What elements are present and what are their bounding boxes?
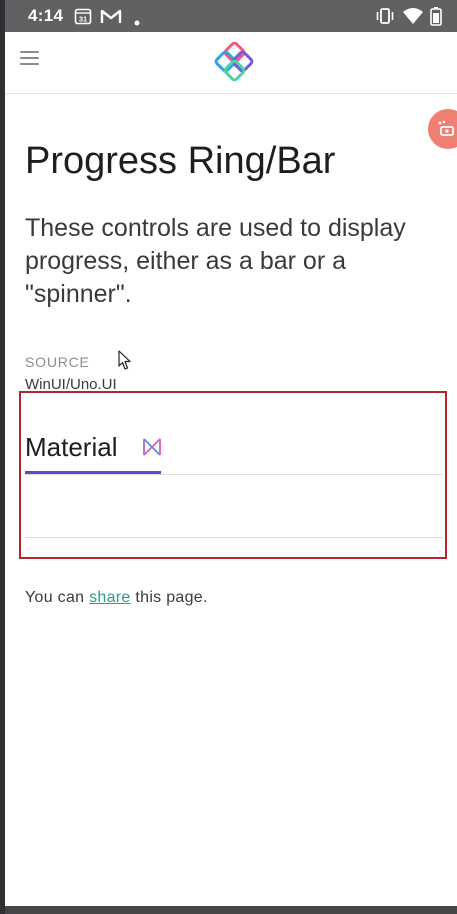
hamburger-menu-icon[interactable] [20,50,40,66]
status-bar: 4:14 31 [0,0,457,32]
wifi-icon [402,7,424,30]
share-fab-icon [437,120,455,143]
highlight-box [19,391,447,559]
share-link[interactable]: share [89,589,131,606]
dot-icon [134,13,140,31]
svg-text:31: 31 [79,15,87,24]
calendar-icon: 31 [74,7,92,30]
battery-icon [430,7,442,31]
vibrate-icon [375,7,395,30]
page-title: Progress Ring/Bar [25,140,336,182]
share-text: You can share this page. [25,589,208,607]
source-label: SOURCE [25,354,90,370]
share-prefix: You can [25,589,90,606]
status-time: 4:14 [28,6,64,25]
share-fab-button[interactable] [428,109,457,149]
app-frame: 4:14 31 Progress Ring/Bar These controls… [0,0,457,914]
bottom-bar [0,906,457,914]
mouse-cursor-icon [118,350,132,376]
share-suffix: this page. [130,589,208,606]
top-navigation [5,32,457,94]
gmail-icon [100,7,122,30]
window-edge [0,0,5,914]
page-description: These controls are used to display progr… [25,214,406,308]
app-logo-icon [213,41,255,89]
